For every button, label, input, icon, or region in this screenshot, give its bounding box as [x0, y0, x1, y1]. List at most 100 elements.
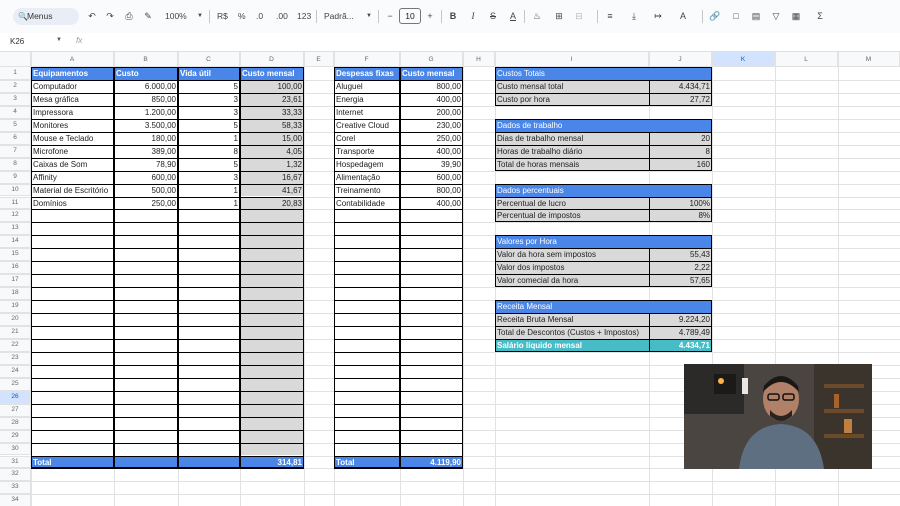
row-header[interactable]: 14 [0, 235, 31, 249]
increase-font-size-icon[interactable]: + [423, 9, 437, 24]
row-header[interactable]: 33 [0, 481, 31, 495]
redo-icon[interactable]: ↷ [103, 9, 117, 24]
column-header[interactable]: L [775, 52, 838, 67]
row-header[interactable]: 6 [0, 131, 31, 145]
row-header[interactable]: 28 [0, 416, 31, 430]
column-header[interactable]: H [463, 52, 495, 67]
percent-format-button[interactable]: % [238, 9, 246, 24]
row-header[interactable]: 8 [0, 157, 31, 171]
row-header[interactable]: 16 [0, 261, 31, 275]
more-formats-button[interactable]: 123 [297, 9, 311, 24]
row-header[interactable]: 13 [0, 222, 31, 236]
row-header[interactable]: 3 [0, 92, 31, 106]
row-header[interactable]: 17 [0, 274, 31, 288]
row-header[interactable]: 19 [0, 300, 31, 314]
row-header[interactable]: 21 [0, 326, 31, 339]
table-line [31, 326, 304, 327]
zoom-select[interactable]: 100% [165, 9, 187, 24]
merge-cells-icon[interactable]: ⊟ [572, 9, 586, 24]
menus-search-button[interactable]: 🔍 Menus [13, 8, 79, 25]
row-header[interactable]: 4 [0, 105, 31, 119]
column-header[interactable]: K [712, 52, 775, 67]
grid-corner[interactable] [0, 52, 31, 67]
table-border [649, 131, 712, 171]
table-line [31, 403, 304, 405]
row-header[interactable]: 32 [0, 468, 31, 482]
row-header[interactable]: 9 [0, 170, 31, 184]
column-header[interactable]: A [31, 52, 114, 67]
horizontal-align-icon[interactable]: ≡ [603, 9, 617, 24]
row-header[interactable]: 26 [0, 390, 31, 404]
row-header[interactable]: 31 [0, 455, 31, 469]
table-line [334, 313, 463, 315]
row-header[interactable]: 34 [0, 494, 31, 506]
divider [378, 10, 379, 23]
row-header[interactable]: 12 [0, 209, 31, 223]
row-header[interactable]: 22 [0, 338, 31, 352]
table-line [334, 209, 463, 211]
functions-icon[interactable]: Σ [813, 9, 827, 24]
column-header[interactable]: F [334, 52, 400, 67]
paint-format-icon[interactable]: ✎ [141, 9, 155, 24]
bold-icon[interactable]: B [446, 9, 460, 24]
column-header[interactable]: D [240, 52, 304, 67]
row-header[interactable]: 29 [0, 429, 31, 443]
table-line [31, 170, 304, 172]
vertical-align-icon[interactable]: ⤓ [627, 9, 641, 24]
formula-bar: K26 ▼ fx [0, 33, 900, 52]
borders-icon[interactable]: ⊞ [552, 9, 566, 24]
row-header[interactable]: 11 [0, 196, 31, 210]
row-header[interactable]: 2 [0, 79, 31, 93]
row-header[interactable]: 1 [0, 67, 31, 80]
decrease-font-size-icon[interactable]: − [383, 9, 397, 24]
table-line [31, 300, 304, 302]
row-header[interactable]: 5 [0, 118, 31, 132]
row-header[interactable]: 18 [0, 287, 31, 301]
row-header[interactable]: 30 [0, 442, 31, 456]
row-header[interactable]: 20 [0, 313, 31, 326]
fill-color-icon[interactable]: ♨ [530, 9, 544, 24]
row-header[interactable]: 7 [0, 144, 31, 158]
decrease-decimal-button[interactable]: .0 [256, 9, 263, 24]
font-select[interactable]: Padrã... [324, 9, 354, 24]
row-header[interactable]: 15 [0, 248, 31, 262]
table-line [495, 131, 712, 133]
text-wrapping-icon[interactable]: ↦ [651, 9, 665, 24]
column-header[interactable]: E [304, 52, 334, 67]
currency-format-button[interactable]: R$ [217, 9, 228, 24]
column-header[interactable]: B [114, 52, 178, 67]
table-line [334, 196, 463, 198]
insert-link-icon[interactable]: 🔗 [708, 9, 722, 24]
row-header[interactable]: 24 [0, 364, 31, 378]
column-header[interactable]: G [400, 52, 463, 67]
table-line [31, 131, 304, 133]
increase-decimal-button[interactable]: .00 [276, 9, 288, 24]
insert-chart-icon[interactable]: ▤ [749, 9, 763, 24]
column-header[interactable]: C [178, 52, 240, 67]
column-header[interactable]: J [649, 52, 712, 67]
column-header[interactable]: M [838, 52, 900, 67]
italic-icon[interactable]: I [466, 9, 480, 24]
row-header[interactable]: 10 [0, 183, 31, 197]
print-icon[interactable]: ⎙ [122, 9, 136, 24]
text-rotation-icon[interactable]: A [676, 9, 690, 24]
row-header[interactable]: 27 [0, 403, 31, 417]
table-line [31, 118, 304, 120]
filter-icon[interactable]: ▽ [769, 9, 783, 24]
table-line [495, 261, 712, 263]
column-header[interactable]: I [495, 52, 649, 67]
font-size-input[interactable]: 10 [399, 8, 421, 24]
text-color-icon[interactable]: A [506, 9, 520, 24]
row-header[interactable]: 23 [0, 351, 31, 365]
table-line [334, 338, 463, 340]
insert-comment-icon[interactable]: □ [729, 9, 743, 24]
table-line [495, 248, 712, 250]
strikethrough-icon[interactable]: S [486, 9, 500, 24]
name-box[interactable]: K26 [10, 37, 24, 46]
undo-icon[interactable]: ↶ [85, 9, 99, 24]
table-line [334, 105, 463, 107]
row-header[interactable]: 25 [0, 377, 31, 391]
filter-views-icon[interactable]: ▦ [789, 9, 803, 24]
table-line [334, 287, 463, 289]
table-line [495, 144, 712, 146]
